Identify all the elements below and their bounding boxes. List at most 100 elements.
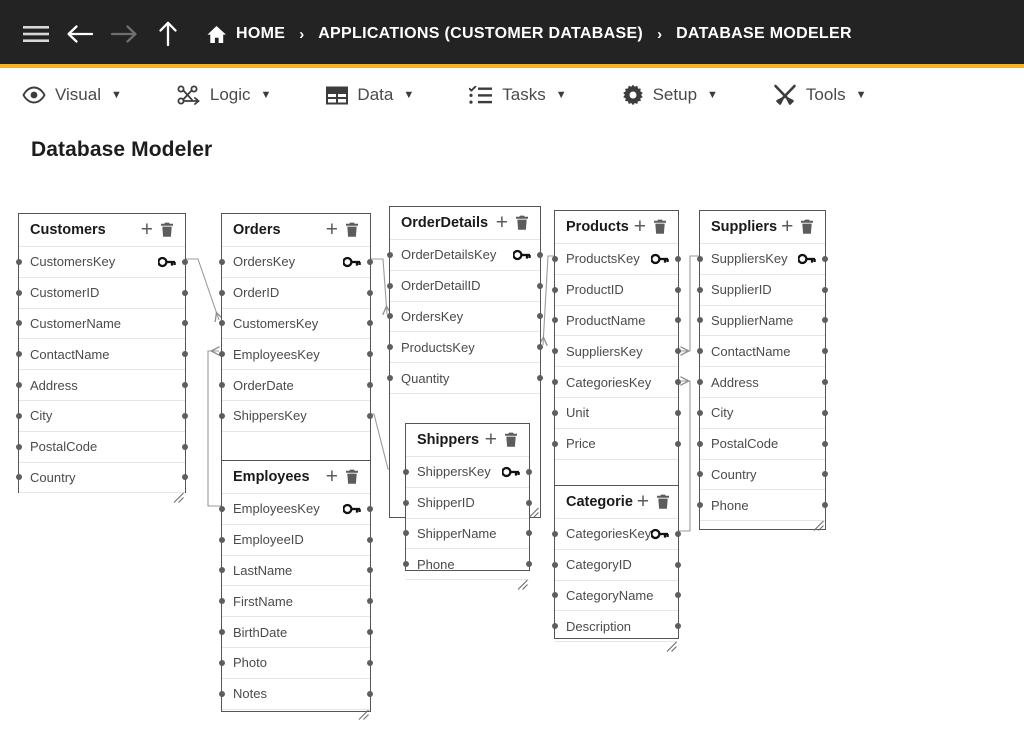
connector-dot-right[interactable] <box>822 409 828 416</box>
connector-dot-left[interactable] <box>697 471 703 478</box>
connector-dot-left[interactable] <box>552 623 558 630</box>
entity-field-row[interactable]: CustomerName <box>16 307 188 339</box>
connector-dot-left[interactable] <box>697 440 703 447</box>
menu-item-tools[interactable]: Tools ▼ <box>773 84 922 106</box>
connector-dot-left[interactable] <box>219 567 225 574</box>
connector-dot-right[interactable] <box>182 474 188 481</box>
menu-item-tasks[interactable]: Tasks ▼ <box>469 85 621 105</box>
connector-dot-right[interactable] <box>675 530 681 537</box>
entity-field-row[interactable]: BirthDate <box>219 616 373 647</box>
connector-dot-right[interactable] <box>822 317 828 324</box>
back-arrow-icon[interactable] <box>58 12 102 56</box>
connector-dot-left[interactable] <box>387 313 393 320</box>
connector-dot-left[interactable] <box>552 561 558 568</box>
entity-field-row[interactable]: ProductsKey <box>552 243 681 274</box>
connector-dot-left[interactable] <box>552 286 558 293</box>
hamburger-menu-icon[interactable] <box>14 12 58 56</box>
entity-field-row[interactable]: CustomerID <box>16 276 188 308</box>
connector-dot-right[interactable] <box>182 351 188 358</box>
connector-dot-right[interactable] <box>367 505 373 512</box>
trash-icon[interactable] <box>656 494 672 510</box>
connector-dot-left[interactable] <box>697 502 703 509</box>
connector-dot-left[interactable] <box>219 258 225 265</box>
entity-field-row[interactable]: OrderDate <box>219 369 373 400</box>
connector-dot-right[interactable] <box>675 348 681 355</box>
entity-field-row[interactable]: Country <box>697 458 828 490</box>
connector-dot-left[interactable] <box>16 289 22 296</box>
connector-dot-right[interactable] <box>822 471 828 478</box>
connector-dot-right[interactable] <box>675 623 681 630</box>
entity-field-row[interactable]: ShipperName <box>403 517 532 549</box>
connector-dot-right[interactable] <box>367 536 373 543</box>
connector-dot-left[interactable] <box>697 317 703 324</box>
connector-dot-left[interactable] <box>219 382 225 389</box>
connector-dot-right[interactable] <box>675 440 681 447</box>
connector-dot-left[interactable] <box>552 317 558 324</box>
entity-field-row[interactable]: ProductName <box>552 304 681 336</box>
entity-field-row[interactable]: EmployeesKey <box>219 493 373 524</box>
connector-dot-left[interactable] <box>219 536 225 543</box>
entity-field-row[interactable]: OrdersKey <box>219 246 373 277</box>
entity-field-row[interactable]: SupplierID <box>697 273 828 305</box>
entity-shippers[interactable]: Shippers + ShippersKey ShipperID ShipperName… <box>403 423 532 591</box>
entity-field-row[interactable]: ProductsKey <box>387 331 543 362</box>
connector-dot-left[interactable] <box>16 474 22 481</box>
entity-customers[interactable]: Customers + CustomersKey CustomerID Customer… <box>16 213 188 504</box>
entity-field-row[interactable]: CategoriesKey <box>552 518 681 549</box>
connector-dot-left[interactable] <box>697 286 703 293</box>
entity-field-row[interactable]: CategoryName <box>552 579 681 611</box>
entity-field-row[interactable]: Phone <box>697 489 828 520</box>
connector-dot-left[interactable] <box>403 530 409 537</box>
connector-dot-left[interactable] <box>219 320 225 327</box>
connector-dot-right[interactable] <box>822 286 828 293</box>
connector-dot-right[interactable] <box>526 499 532 506</box>
connector-dot-left[interactable] <box>403 468 409 475</box>
connector-dot-right[interactable] <box>675 409 681 416</box>
menu-item-visual[interactable]: Visual ▼ <box>22 85 177 105</box>
connector-dot-left[interactable] <box>219 351 225 358</box>
connector-dot-left[interactable] <box>552 530 558 537</box>
add-field-button[interactable]: + <box>481 429 504 452</box>
trash-icon[interactable] <box>345 469 361 485</box>
breadcrumb-item-database-modeler[interactable]: DATABASE MODELER <box>676 25 852 43</box>
connector-dot-right[interactable] <box>182 289 188 296</box>
connector-dot-right[interactable] <box>537 282 543 289</box>
connector-dot-right[interactable] <box>367 382 373 389</box>
connector-dot-left[interactable] <box>552 440 558 447</box>
entity-field-row[interactable]: SuppliersKey <box>552 335 681 366</box>
connector-dot-right[interactable] <box>367 320 373 327</box>
resize-handle-icon[interactable] <box>813 518 824 532</box>
modeler-canvas[interactable]: Customers + CustomersKey CustomerID Customer… <box>0 122 1024 730</box>
connector-dot-left[interactable] <box>697 348 703 355</box>
connector-dot-right[interactable] <box>675 286 681 293</box>
connector-dot-right[interactable] <box>675 592 681 599</box>
connector-dot-left[interactable] <box>219 412 225 419</box>
connector-dot-right[interactable] <box>367 258 373 265</box>
add-field-button[interactable]: + <box>322 219 345 242</box>
connector-dot-left[interactable] <box>387 282 393 289</box>
connector-dot-right[interactable] <box>367 289 373 296</box>
add-field-button[interactable]: + <box>633 491 656 514</box>
entity-field-row[interactable]: ShippersKey <box>403 456 532 487</box>
add-field-button[interactable]: + <box>777 216 800 239</box>
entity-field-row[interactable]: Description <box>552 610 681 641</box>
connector-dot-left[interactable] <box>403 561 409 568</box>
connector-dot-left[interactable] <box>387 375 393 382</box>
trash-icon[interactable] <box>800 219 816 235</box>
connector-dot-left[interactable] <box>16 351 22 358</box>
connector-dot-left[interactable] <box>552 592 558 599</box>
entity-field-row[interactable]: ContactName <box>16 338 188 369</box>
connector-dot-left[interactable] <box>552 409 558 416</box>
entity-field-row[interactable]: Price <box>552 427 681 459</box>
entity-field-row[interactable]: PostalCode <box>697 427 828 459</box>
connector-dot-right[interactable] <box>537 313 543 320</box>
entity-field-row[interactable]: OrderID <box>219 276 373 308</box>
connector-dot-left[interactable] <box>16 443 22 450</box>
trash-icon[interactable] <box>515 215 531 231</box>
connector-dot-right[interactable] <box>182 412 188 419</box>
connector-dot-right[interactable] <box>182 443 188 450</box>
entity-field-row[interactable]: ShippersKey <box>219 399 373 431</box>
connector-dot-right[interactable] <box>526 530 532 537</box>
connector-dot-left[interactable] <box>403 499 409 506</box>
entity-field-row[interactable]: SupplierName <box>697 304 828 336</box>
